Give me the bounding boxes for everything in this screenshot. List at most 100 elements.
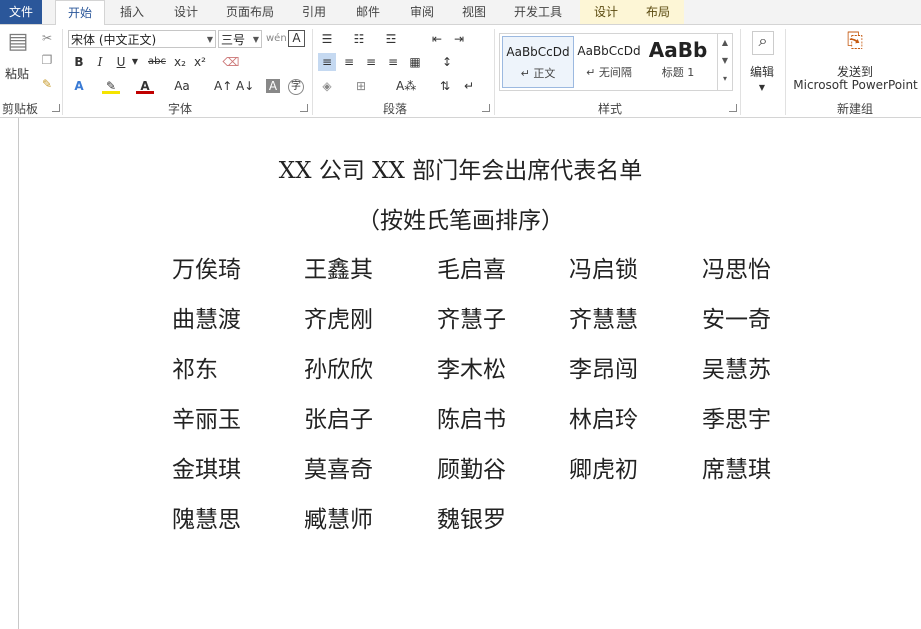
chevron-down-icon[interactable]: ▼ (126, 53, 144, 71)
font-size-select[interactable]: 三号 ▼ (218, 30, 262, 48)
attendee-name: 李昂闯 (569, 357, 638, 383)
font-name-select[interactable]: 宋体 (中文正文) ▼ (68, 30, 216, 48)
shrink-font-icon[interactable]: A↓ (236, 77, 254, 95)
gallery-scroll[interactable]: ▲ ▼ ▾ (717, 34, 732, 90)
ribbon-tab-bar: 文件 开始 插入 设计 页面布局 引用 邮件 审阅 视图 开发工具 设计 布局 (0, 0, 921, 26)
more-icon[interactable]: ▾ (718, 70, 732, 88)
italic-icon[interactable]: I (91, 53, 109, 71)
attendee-name: 祁东 (172, 357, 218, 383)
highlight-color-icon[interactable]: ✎ (102, 77, 120, 94)
distributed-icon[interactable]: ▦ (406, 53, 424, 71)
tab-references[interactable]: 引用 (292, 0, 336, 24)
align-center-icon[interactable]: ≡ (340, 53, 358, 71)
strikethrough-icon[interactable]: abc (146, 53, 168, 71)
send-to-ppt-label-2[interactable]: Microsoft PowerPoint (790, 78, 921, 92)
attendee-name: 隗慧思 (172, 507, 241, 533)
attendee-name: 王鑫其 (304, 257, 373, 283)
attendee-name: 齐慧子 (437, 307, 506, 333)
attendee-name: 顾勤谷 (437, 457, 506, 483)
ribbon: ▤ 粘贴 ✂ ❐ ✎ 剪贴板 宋体 (中文正文) ▼ 三号 ▼ wén A B I … (0, 25, 921, 118)
align-left-icon[interactable]: ≡ (318, 53, 336, 71)
style-sample: AaBbCcDd (506, 45, 570, 59)
attendee-name: 孙欣欣 (304, 357, 373, 383)
styles-launcher-icon[interactable] (729, 104, 737, 112)
text-effects-icon[interactable]: A (70, 77, 88, 95)
tab-mailings[interactable]: 邮件 (346, 0, 390, 24)
attendee-name: 齐虎刚 (304, 307, 373, 333)
paragraph-launcher-icon[interactable] (482, 104, 490, 112)
clear-formatting-icon[interactable]: ⌫ (222, 53, 240, 71)
attendee-name: 冯思怡 (702, 257, 771, 283)
chevron-up-icon[interactable]: ▲ (718, 34, 732, 52)
decrease-indent-icon[interactable]: ⇤ (428, 30, 446, 48)
tab-file[interactable]: 文件 (0, 0, 42, 24)
show-marks-icon[interactable]: ↵ (460, 77, 478, 95)
new-group-label: 新建组 (836, 102, 873, 116)
attendee-name: 冯启锁 (569, 257, 638, 283)
style-no-spacing[interactable]: AaBbCcDd ↵ 无间隔 (574, 36, 644, 86)
tab-view[interactable]: 视图 (452, 0, 496, 24)
justify-icon[interactable]: ≡ (384, 53, 402, 71)
attendee-name: 魏银罗 (437, 507, 506, 533)
font-color-icon[interactable]: A (136, 77, 154, 94)
line-spacing-icon[interactable]: ↕ (438, 53, 456, 71)
superscript-icon[interactable]: x² (191, 53, 209, 71)
binoculars-icon[interactable]: ⌕ (752, 31, 774, 55)
style-sample: AaBb (648, 38, 708, 62)
attendee-name: 臧慧师 (304, 507, 373, 533)
tab-design[interactable]: 设计 (164, 0, 208, 24)
asian-layout-icon[interactable]: A⁂ (396, 77, 416, 95)
tab-insert[interactable]: 插入 (110, 0, 154, 24)
bullets-icon[interactable]: ☰ (318, 30, 336, 48)
bold-icon[interactable]: B (70, 53, 88, 71)
attendee-name: 莫喜奇 (304, 457, 373, 483)
clipboard-group-label: 剪贴板 (1, 102, 38, 116)
editing-button-label[interactable]: 编辑 (745, 63, 779, 80)
borders-icon[interactable]: ⊞ (352, 77, 370, 95)
powerpoint-icon[interactable]: ⎘ (842, 30, 868, 57)
style-normal[interactable]: AaBbCcDd ↵ 正文 (502, 36, 574, 88)
tab-page-layout[interactable]: 页面布局 (218, 0, 282, 24)
subscript-icon[interactable]: x₂ (171, 53, 189, 71)
tab-developer[interactable]: 开发工具 (506, 0, 570, 24)
document-title: XX 公司 XX 部门年会出席代表名单 (278, 158, 643, 184)
character-border-icon[interactable]: A (288, 30, 305, 47)
font-name-value: 宋体 (中文正文) (71, 33, 157, 47)
tab-home[interactable]: 开始 (55, 0, 105, 26)
attendee-name: 齐慧慧 (569, 307, 638, 333)
paste-button-label[interactable]: 粘贴 (2, 65, 32, 82)
attendee-name: 安一奇 (702, 307, 771, 333)
character-shading-icon[interactable]: A (266, 79, 280, 93)
copy-icon[interactable]: ❐ (38, 51, 56, 69)
shading-icon[interactable]: ◈ (318, 77, 336, 95)
format-painter-icon[interactable]: ✎ (38, 75, 56, 93)
style-name: 标题 1 (661, 66, 695, 79)
attendee-name: 金琪琪 (172, 457, 241, 483)
attendee-name: 林启玲 (569, 407, 638, 433)
separator (62, 29, 63, 115)
grow-font-icon[interactable]: A↑ (214, 77, 232, 95)
sort-icon[interactable]: ⇅ (436, 77, 454, 95)
chevron-down-icon[interactable]: ▼ (753, 79, 771, 97)
numbering-icon[interactable]: ☷ (350, 30, 368, 48)
separator (740, 29, 741, 115)
attendee-name: 卿虎初 (569, 457, 638, 483)
phonetic-guide-icon[interactable]: wén (266, 30, 287, 48)
cut-icon[interactable]: ✂ (38, 29, 56, 47)
font-launcher-icon[interactable] (300, 104, 308, 112)
tab-review[interactable]: 审阅 (400, 0, 444, 24)
clipboard-launcher-icon[interactable] (52, 104, 60, 112)
change-case-icon[interactable]: Aa (170, 77, 194, 95)
font-size-value: 三号 (221, 33, 246, 47)
align-right-icon[interactable]: ≡ (362, 53, 380, 71)
tab-table-design[interactable]: 设计 (580, 0, 632, 24)
tab-table-layout[interactable]: 布局 (632, 0, 684, 24)
chevron-down-icon[interactable]: ▼ (718, 52, 732, 70)
multilevel-list-icon[interactable]: ☲ (382, 30, 400, 48)
chevron-down-icon: ▼ (206, 35, 213, 44)
attendee-name: 万俟琦 (172, 257, 241, 283)
style-heading-1[interactable]: AaBb 标题 1 (646, 36, 710, 86)
paste-icon[interactable]: ▤ (6, 31, 30, 61)
enclose-characters-icon[interactable]: 字 (288, 79, 304, 95)
increase-indent-icon[interactable]: ⇥ (450, 30, 468, 48)
